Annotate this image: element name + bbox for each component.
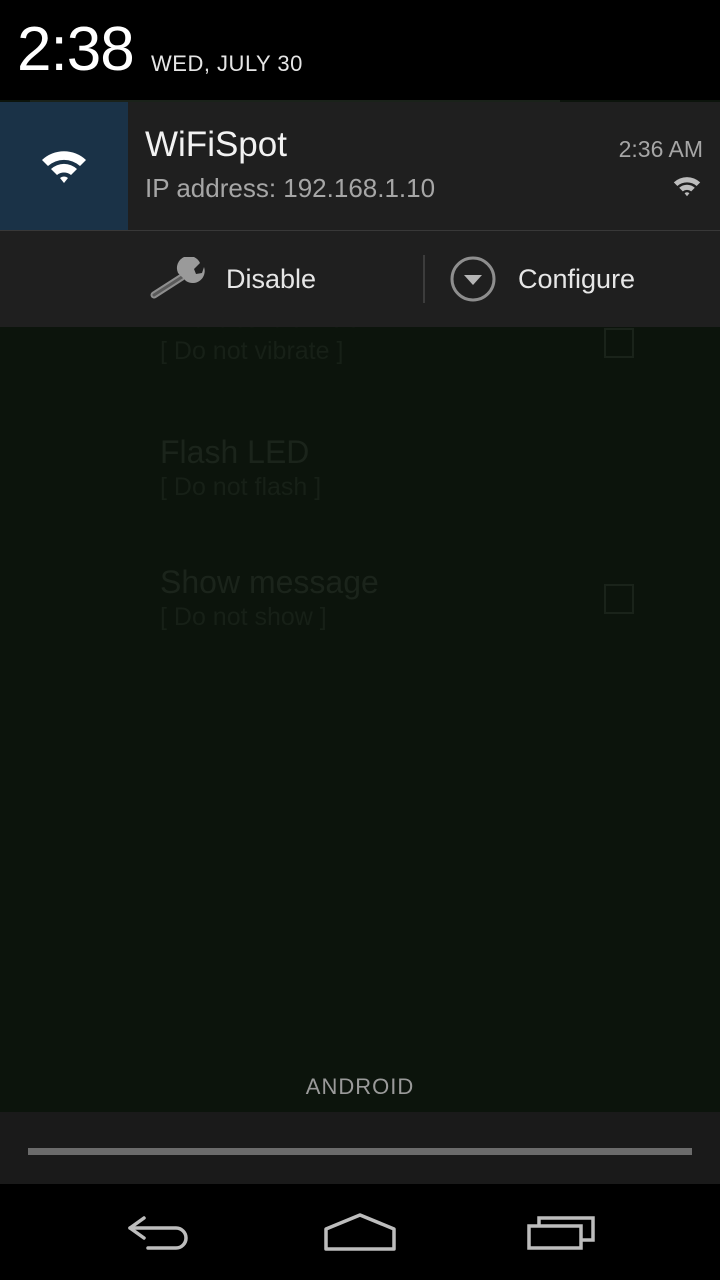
wifispot-notification[interactable]: WiFiSpot IP address: 192.168.1.10 2:36 A… — [0, 102, 720, 327]
shade-drag-handle[interactable] — [28, 1148, 692, 1155]
date[interactable]: WED, JULY 30 — [151, 50, 303, 78]
wifi-icon — [42, 151, 86, 183]
disable-label: Disable — [226, 263, 317, 294]
shade-handle-area[interactable] — [0, 1112, 720, 1184]
disable-button[interactable]: Disable — [148, 231, 316, 327]
back-icon — [128, 1216, 188, 1250]
notification-title: WiFiSpot — [145, 125, 287, 164]
home-icon — [324, 1213, 396, 1251]
screen: Vibrate device [ Do not vibrate ] Flash … — [0, 0, 720, 1280]
background-setting-item: Flash LED [ Do not flash ] — [160, 432, 640, 502]
configure-button[interactable]: Configure — [448, 231, 635, 327]
setting-title: Flash LED — [160, 434, 310, 470]
notification-icon-box — [0, 102, 128, 230]
notification-time: 2:36 AM — [618, 136, 703, 162]
action-separator — [423, 255, 425, 303]
configure-label: Configure — [518, 263, 636, 294]
home-button[interactable] — [320, 1204, 400, 1260]
setting-summary: [ Do not show ] — [160, 603, 327, 631]
notification-text: IP address: 192.168.1.10 — [145, 173, 436, 203]
back-button[interactable] — [120, 1204, 200, 1260]
clock[interactable]: 2:38 — [17, 14, 135, 86]
setting-summary: [ Do not vibrate ] — [160, 337, 344, 365]
setting-summary: [ Do not flash ] — [160, 473, 322, 501]
recents-icon — [527, 1216, 595, 1250]
setting-checkbox — [604, 328, 634, 358]
background-setting-item: Show message [ Do not show ] — [160, 562, 640, 632]
navigation-bar — [0, 1184, 720, 1280]
setting-title: Show message — [160, 564, 379, 600]
small-wifi-icon — [673, 177, 701, 197]
dropdown-circle-icon — [450, 256, 496, 302]
notification-shade-header: 2:38 WED, JULY 30 — [0, 0, 720, 100]
setting-checkbox — [604, 584, 634, 614]
recents-button[interactable] — [522, 1204, 602, 1260]
wrench-icon — [150, 257, 205, 299]
footer-label: ANDROID — [305, 1074, 415, 1099]
